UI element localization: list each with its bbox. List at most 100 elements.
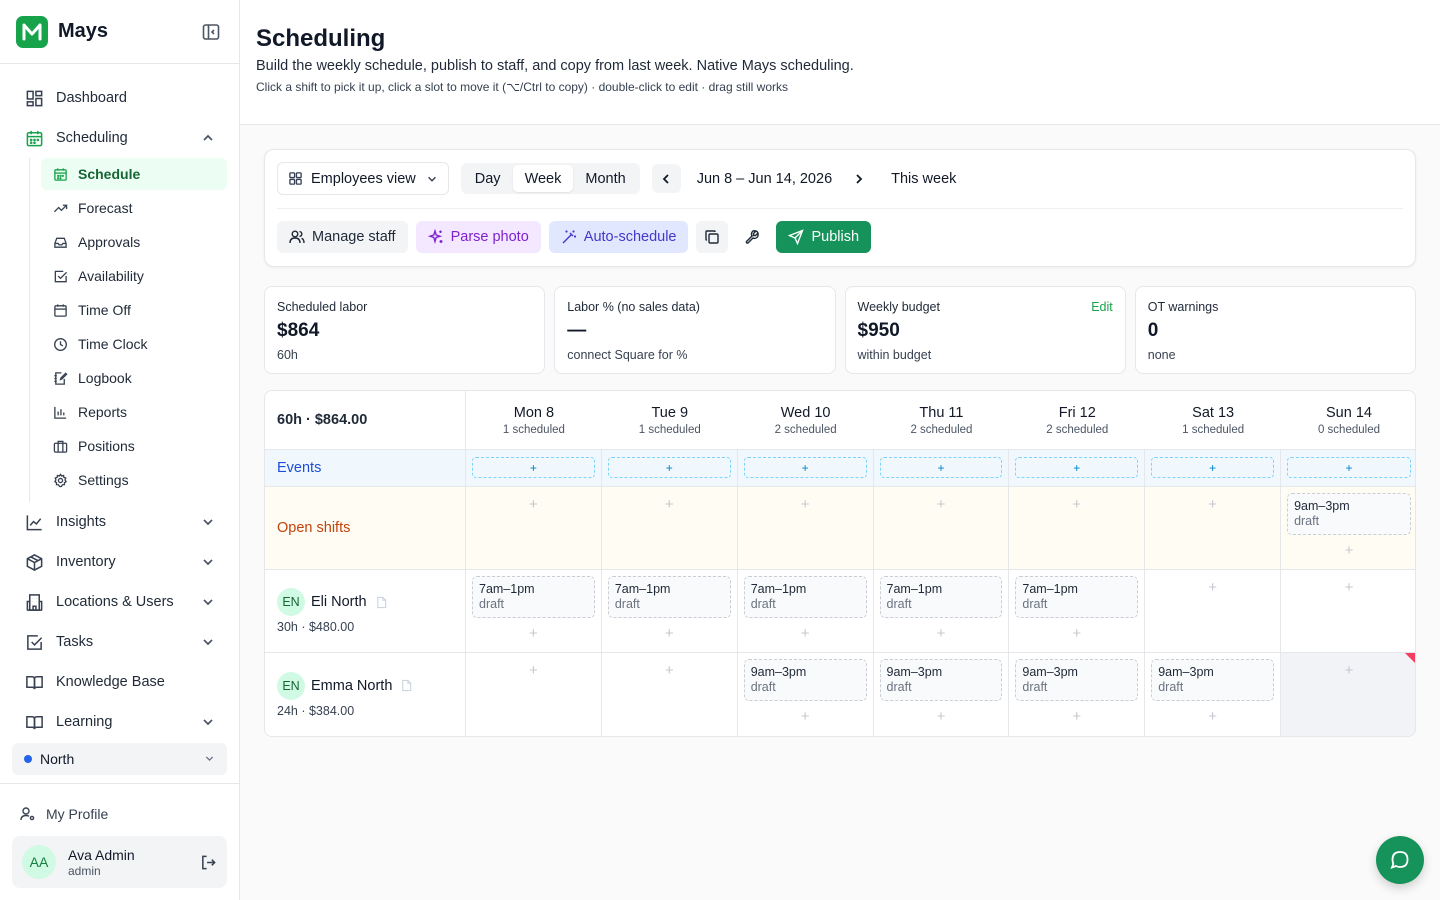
- add-shift-icon[interactable]: +: [874, 626, 1009, 642]
- add-shift-icon[interactable]: +: [602, 497, 737, 513]
- add-shift-icon[interactable]: +: [1009, 497, 1144, 513]
- add-shift-icon[interactable]: +: [874, 497, 1009, 513]
- shift-card[interactable]: 7am–1pm draft: [879, 576, 1003, 618]
- schedule-slot[interactable]: +: [466, 487, 602, 569]
- add-shift-icon[interactable]: +: [738, 497, 873, 513]
- shift-card[interactable]: 7am–1pm draft: [472, 576, 595, 618]
- add-shift-icon[interactable]: +: [466, 626, 601, 642]
- subnav-approvals[interactable]: Approvals: [41, 226, 227, 258]
- add-event-button[interactable]: +: [1287, 457, 1411, 478]
- copy-week-button[interactable]: [696, 221, 729, 253]
- schedule-slot[interactable]: +: [738, 487, 874, 569]
- mode-week-button[interactable]: Week: [512, 165, 574, 192]
- schedule-slot[interactable]: +: [1145, 487, 1282, 569]
- shift-card[interactable]: 9am–3pm draft: [1151, 659, 1275, 701]
- this-week-button[interactable]: This week: [891, 171, 956, 187]
- add-shift-icon[interactable]: +: [1009, 626, 1144, 642]
- add-event-button[interactable]: +: [743, 457, 867, 478]
- mays-logo[interactable]: [16, 15, 48, 48]
- add-shift-icon[interactable]: +: [1145, 709, 1280, 725]
- my-profile-link[interactable]: My Profile: [20, 803, 108, 825]
- shift-card[interactable]: 7am–1pm draft: [1015, 576, 1139, 618]
- auto-schedule-button[interactable]: Auto-schedule: [548, 221, 689, 253]
- shift-card[interactable]: 9am–3pm draft: [743, 659, 867, 701]
- add-shift-icon[interactable]: +: [466, 497, 601, 513]
- schedule-slot[interactable]: +: [466, 653, 602, 736]
- add-shift-icon[interactable]: +: [874, 709, 1009, 725]
- view-select[interactable]: Employees view: [277, 162, 449, 195]
- schedule-slot[interactable]: 7am–1pm draft +: [1009, 570, 1146, 652]
- schedule-slot[interactable]: 9am–3pm draft +: [874, 653, 1010, 736]
- schedule-slot[interactable]: +: [1281, 653, 1415, 736]
- add-shift-icon[interactable]: +: [738, 709, 873, 725]
- subnav-positions[interactable]: Positions: [41, 430, 227, 462]
- note-icon[interactable]: [400, 679, 413, 692]
- add-shift-icon[interactable]: +: [738, 626, 873, 642]
- add-shift-icon[interactable]: +: [602, 663, 737, 679]
- location-select[interactable]: North: [12, 743, 227, 775]
- subnav-logbook[interactable]: Logbook: [41, 362, 227, 394]
- add-shift-icon[interactable]: +: [1281, 580, 1415, 596]
- schedule-slot[interactable]: +: [1145, 570, 1282, 652]
- note-icon[interactable]: [375, 596, 388, 609]
- schedule-slot[interactable]: +: [602, 487, 738, 569]
- sidebar-collapse-icon[interactable]: [199, 20, 223, 44]
- add-event-button[interactable]: +: [1015, 457, 1139, 478]
- schedule-slot[interactable]: 9am–3pm draft +: [1009, 653, 1146, 736]
- chat-button[interactable]: [1376, 836, 1424, 884]
- schedule-slot[interactable]: 7am–1pm draft +: [738, 570, 874, 652]
- subnav-availability[interactable]: Availability: [41, 260, 227, 292]
- add-shift-icon[interactable]: +: [466, 663, 601, 679]
- schedule-slot[interactable]: 9am–3pm draft +: [1281, 487, 1415, 569]
- employee-name[interactable]: Eli North: [311, 594, 367, 610]
- publish-button[interactable]: Publish: [776, 221, 872, 253]
- employee-name[interactable]: Emma North: [311, 678, 392, 694]
- schedule-slot[interactable]: 7am–1pm draft +: [466, 570, 602, 652]
- nav-knowledge-base[interactable]: Knowledge Base: [12, 662, 227, 702]
- schedule-slot[interactable]: 7am–1pm draft +: [602, 570, 738, 652]
- add-shift-icon[interactable]: +: [1281, 663, 1415, 679]
- add-event-button[interactable]: +: [607, 457, 731, 478]
- next-week-button[interactable]: [844, 164, 873, 193]
- add-shift-icon[interactable]: +: [1145, 580, 1280, 596]
- nav-inventory[interactable]: Inventory: [12, 542, 227, 582]
- add-event-button[interactable]: +: [879, 457, 1003, 478]
- subnav-time-off[interactable]: Time Off: [41, 294, 227, 326]
- schedule-slot[interactable]: +: [1009, 487, 1146, 569]
- add-shift-icon[interactable]: +: [1009, 709, 1144, 725]
- add-event-button[interactable]: +: [1151, 457, 1275, 478]
- schedule-slot[interactable]: +: [602, 653, 738, 736]
- prev-week-button[interactable]: [651, 164, 681, 193]
- subnav-settings[interactable]: Settings: [41, 464, 227, 496]
- mode-month-button[interactable]: Month: [573, 165, 637, 192]
- nav-learning[interactable]: Learning: [12, 702, 227, 742]
- chevron-up-icon[interactable]: [201, 131, 215, 145]
- chevron-down-icon[interactable]: [201, 635, 215, 649]
- manage-staff-button[interactable]: Manage staff: [277, 221, 408, 253]
- subnav-reports[interactable]: Reports: [41, 396, 227, 428]
- schedule-slot[interactable]: 9am–3pm draft +: [1145, 653, 1282, 736]
- add-shift-icon[interactable]: +: [602, 626, 737, 642]
- schedule-slot[interactable]: +: [1281, 570, 1415, 652]
- mode-day-button[interactable]: Day: [463, 165, 513, 192]
- chevron-down-icon[interactable]: [201, 595, 215, 609]
- subnav-time-clock[interactable]: Time Clock: [41, 328, 227, 360]
- subnav-schedule[interactable]: Schedule: [41, 158, 227, 190]
- shift-card[interactable]: 9am–3pm draft: [1015, 659, 1139, 701]
- add-event-button[interactable]: +: [472, 457, 595, 478]
- nav-locations-users[interactable]: Locations & Users: [12, 582, 227, 622]
- chevron-down-icon[interactable]: [201, 715, 215, 729]
- edit-budget-link[interactable]: Edit: [1091, 300, 1113, 314]
- schedule-slot[interactable]: +: [874, 487, 1010, 569]
- add-shift-icon[interactable]: +: [1281, 543, 1415, 559]
- logout-icon[interactable]: [200, 854, 217, 871]
- subnav-forecast[interactable]: Forecast: [41, 192, 227, 224]
- parse-photo-button[interactable]: Parse photo: [415, 221, 541, 253]
- nav-scheduling[interactable]: Scheduling: [12, 118, 227, 158]
- nav-dashboard[interactable]: Dashboard: [12, 78, 227, 118]
- shift-card[interactable]: 7am–1pm draft: [607, 576, 731, 618]
- shift-card[interactable]: 7am–1pm draft: [743, 576, 867, 618]
- schedule-slot[interactable]: 9am–3pm draft +: [738, 653, 874, 736]
- chevron-down-icon[interactable]: [201, 515, 215, 529]
- nav-tasks[interactable]: Tasks: [12, 622, 227, 662]
